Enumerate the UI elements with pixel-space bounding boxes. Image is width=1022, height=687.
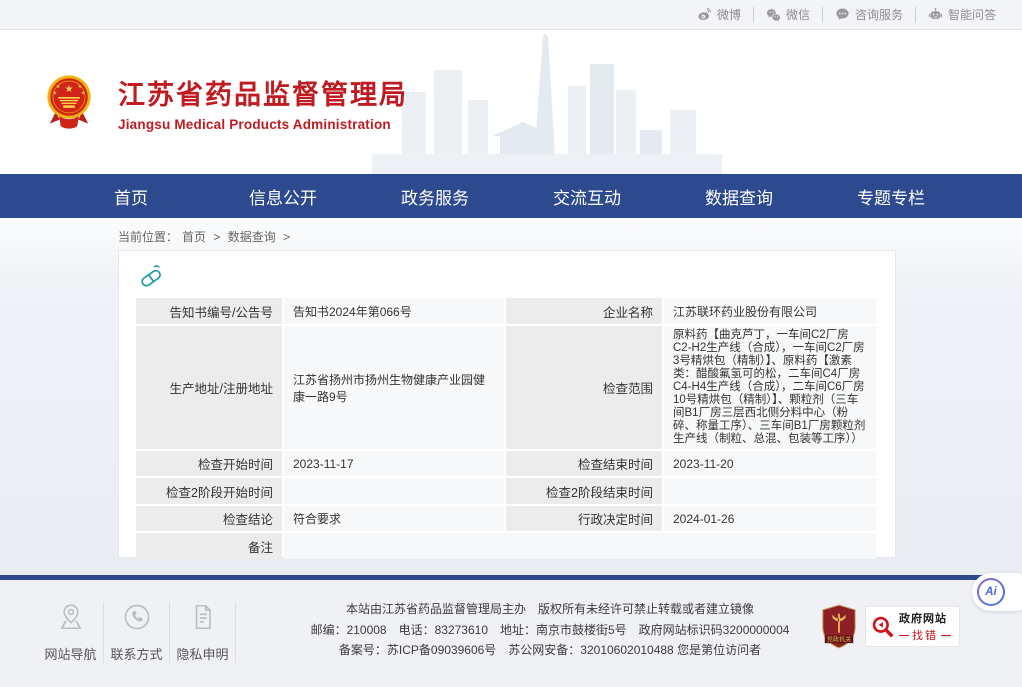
- company-label: 企业名称: [506, 298, 662, 324]
- ai-assistant-button[interactable]: Ai: [972, 573, 1022, 611]
- svg-text:★: ★: [56, 84, 61, 90]
- topbar-link-wechat[interactable]: 微信: [753, 7, 822, 23]
- error-badge-text: 政府网站 找错: [899, 610, 951, 643]
- nav-item-services[interactable]: 政务服务: [359, 184, 511, 209]
- conclusion-value: 符合要求: [284, 506, 504, 531]
- robot-icon: [928, 7, 943, 22]
- gov-shield-badge[interactable]: 党政机关: [820, 604, 858, 649]
- site-subtitle: Jiangsu Medical Products Administration: [118, 117, 408, 132]
- topbar-link-label: 咨询服务: [855, 6, 903, 23]
- scope-value: 原料药【曲克芦丁，一车间C2厂房C2-H2生产线（合成），一车间C2厂房3号精烘…: [664, 326, 876, 449]
- stage2-end-label: 检查2阶段结束时间: [506, 478, 662, 504]
- footer: Ai 网站导航 联系方式: [0, 575, 1022, 687]
- dash-decor: [941, 635, 951, 636]
- brand-text: 江苏省药品监督管理局 Jiangsu Medical Products Admi…: [118, 73, 408, 132]
- topbar-link-weibo[interactable]: 微博: [685, 7, 753, 23]
- record-panel: 告知书编号/公告号 告知书2024年第066号 企业名称 江苏联环药业股份有限公…: [118, 250, 896, 558]
- shield-badge-text: 党政机关: [827, 636, 852, 644]
- nav-item-info[interactable]: 信息公开: [207, 184, 359, 209]
- map-pin-icon: [56, 602, 86, 632]
- phone-icon: [122, 602, 152, 632]
- main-nav: 首页 信息公开 政务服务 交流互动 数据查询 专题专栏: [0, 174, 1022, 218]
- footer-link-sitemap[interactable]: 网站导航: [38, 602, 104, 663]
- wechat-icon: [766, 7, 781, 22]
- brand: ★ ★ ★ ★ ★ 江苏省药品监督管理局 Jiangsu Medical Pro…: [44, 71, 408, 133]
- svg-text:★: ★: [53, 91, 58, 97]
- company-value: 江苏联环药业股份有限公司: [664, 298, 876, 324]
- stage2-start-label: 检查2阶段开始时间: [136, 478, 282, 504]
- topbar-link-label: 微信: [786, 6, 810, 23]
- topbar-link-qa[interactable]: 智能问答: [915, 7, 1008, 23]
- nav-item-data-query[interactable]: 数据查询: [663, 184, 815, 209]
- page: 微博 微信 咨询服务: [0, 0, 1022, 687]
- error-badge-action-row: 找错: [899, 627, 951, 643]
- address-value: 江苏省扬州市扬州生物健康产业园健康一路9号: [284, 326, 504, 449]
- footer-line-contact: 邮编：210008 电话：83273610 地址：南京市鼓楼街5号 政府网站标识…: [290, 620, 810, 641]
- svg-text:★: ★: [81, 91, 86, 97]
- weibo-icon: [697, 7, 712, 22]
- topbar: 微博 微信 咨询服务: [0, 0, 1022, 30]
- content-area: 当前位置： 首页 > 数据查询 > 告知书编号/公告号 告知书2024年第066号…: [0, 218, 1022, 575]
- address-label: 生产地址/注册地址: [136, 326, 282, 449]
- footer-line-icp: 备案号：苏ICP备09039606号 苏公网安备：32010602010488 …: [290, 640, 810, 661]
- footer-link-privacy[interactable]: 隐私申明: [170, 602, 236, 663]
- stage2-start-value: [284, 478, 504, 504]
- scope-label: 检查范围: [506, 326, 662, 449]
- error-badge-title: 政府网站: [899, 610, 951, 626]
- error-badge-action: 找错: [912, 627, 938, 643]
- remark-value: [284, 533, 876, 559]
- magnifier-icon: [871, 615, 895, 639]
- decision-time-label: 行政决定时间: [506, 506, 662, 531]
- footer-link-label: 网站导航: [42, 644, 99, 663]
- end-time-label: 检查结束时间: [506, 451, 662, 476]
- footer-link-label: 联系方式: [108, 644, 165, 663]
- ai-ring: Ai: [977, 578, 1005, 606]
- chat-icon: [835, 7, 850, 22]
- topbar-link-label: 微博: [717, 6, 741, 23]
- footer-link-label: 隐私申明: [174, 644, 231, 663]
- site-header: ★ ★ ★ ★ ★ 江苏省药品监督管理局 Jiangsu Medical Pro…: [0, 31, 1022, 174]
- notice-no-label: 告知书编号/公告号: [136, 298, 282, 324]
- topbar-link-consult[interactable]: 咨询服务: [822, 7, 915, 23]
- start-time-value: 2023-11-17: [284, 451, 504, 476]
- decision-time-value: 2024-01-26: [664, 506, 876, 531]
- conclusion-label: 检查结论: [136, 506, 282, 531]
- remark-label: 备注: [136, 533, 282, 559]
- footer-line-host: 本站由江苏省药品监督管理局主办 版权所有未经许可禁止转载或者建立镜像: [290, 599, 810, 620]
- nav-item-home[interactable]: 首页: [55, 184, 207, 209]
- nav-item-special[interactable]: 专题专栏: [815, 184, 967, 209]
- stage2-end-value: [664, 478, 876, 504]
- end-time-value: 2023-11-20: [664, 451, 876, 476]
- nav-item-interaction[interactable]: 交流互动: [511, 184, 663, 209]
- breadcrumb-prefix: 当前位置：: [118, 230, 178, 244]
- city-skyline-watermark: [372, 34, 722, 174]
- topbar-link-label: 智能问答: [948, 6, 996, 23]
- footer-text: 本站由江苏省药品监督管理局主办 版权所有未经许可禁止转载或者建立镜像 邮编：21…: [290, 599, 810, 661]
- footer-link-contact[interactable]: 联系方式: [104, 602, 170, 663]
- pill-icon: [137, 262, 165, 290]
- footer-badges: 党政机关 政府网站 找错: [820, 604, 960, 649]
- ai-icon: Ai: [979, 580, 1003, 604]
- breadcrumb-section[interactable]: 数据查询: [228, 230, 276, 244]
- national-emblem-logo: ★ ★ ★ ★ ★: [44, 71, 94, 133]
- site-title: 江苏省药品监督管理局: [118, 73, 408, 112]
- start-time-label: 检查开始时间: [136, 451, 282, 476]
- breadcrumb-separator: >: [283, 230, 290, 244]
- svg-text:★: ★: [65, 84, 74, 95]
- error-report-badge[interactable]: 政府网站 找错: [865, 606, 960, 647]
- breadcrumb-home[interactable]: 首页: [182, 230, 206, 244]
- inspection-detail-table: 告知书编号/公告号 告知书2024年第066号 企业名称 江苏联环药业股份有限公…: [134, 296, 878, 561]
- footer-quick-links: 网站导航 联系方式 隐私申明: [38, 602, 236, 663]
- breadcrumb-separator: >: [213, 230, 220, 244]
- privacy-icon: [188, 602, 218, 632]
- dash-decor: [899, 635, 909, 636]
- svg-text:★: ★: [78, 84, 83, 90]
- notice-no-value: 告知书2024年第066号: [284, 298, 504, 324]
- breadcrumb: 当前位置： 首页 > 数据查询 >: [118, 228, 294, 245]
